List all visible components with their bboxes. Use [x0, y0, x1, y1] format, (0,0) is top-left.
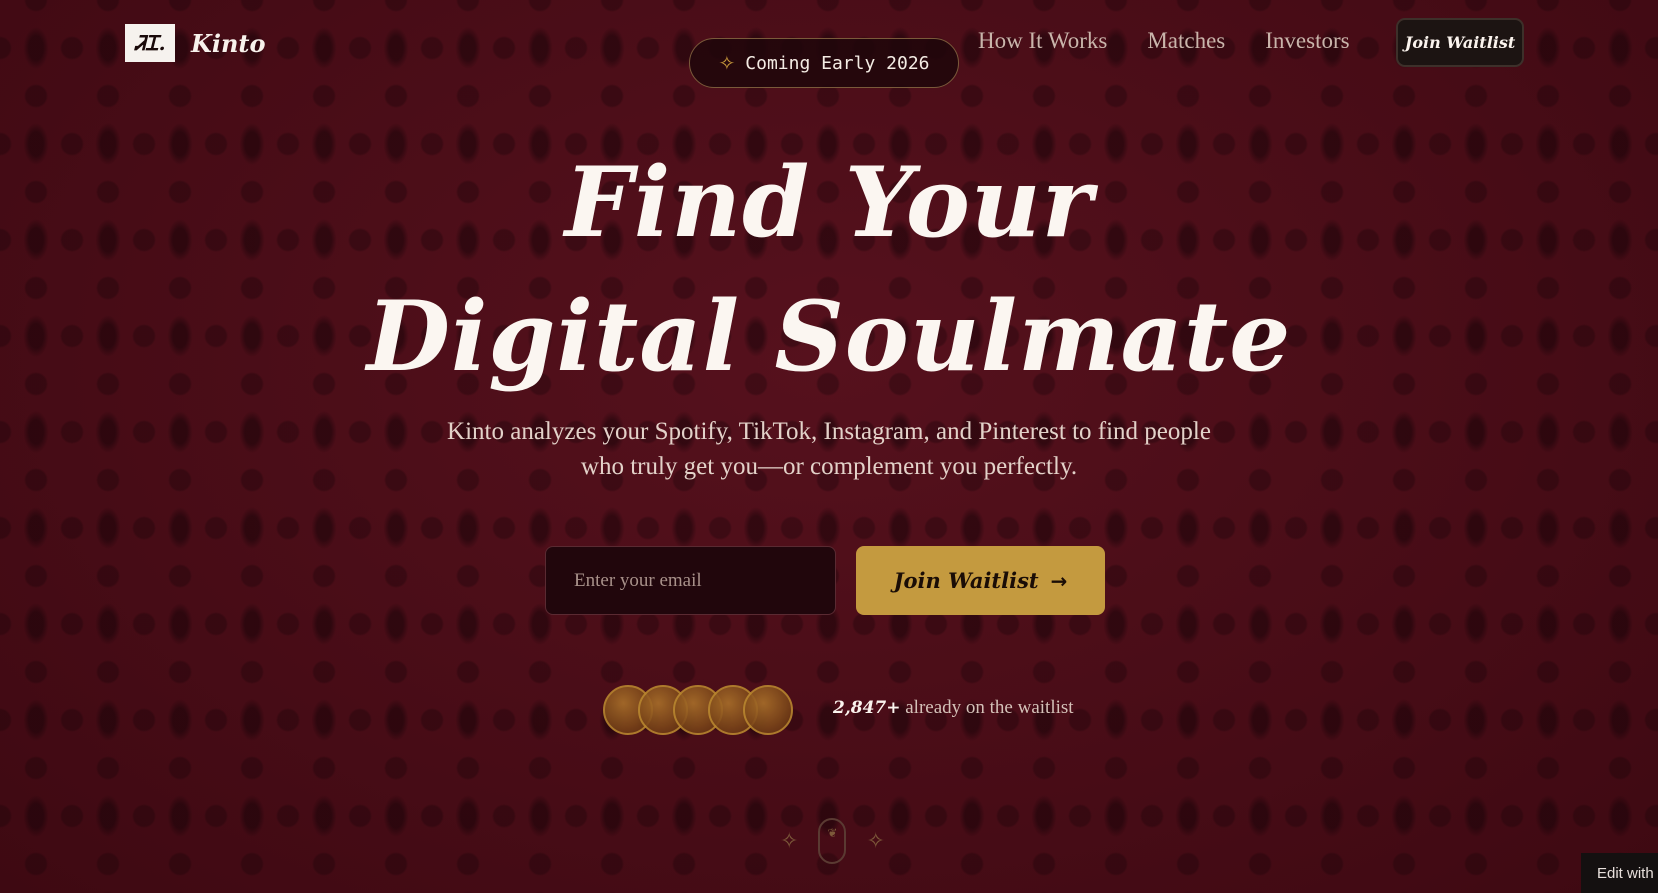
hero-subtitle: Kinto analyzes your Spotify, TikTok, Ins…: [379, 414, 1279, 484]
sparkle-icon: ✧: [718, 51, 736, 75]
headline-line-2: Digital Soulmate: [366, 280, 1292, 393]
waitlist-count: 2,847+ already on the waitlist: [833, 697, 1074, 719]
logo-mark: ᏘᏆ.: [125, 24, 175, 62]
coming-soon-badge: ✧ Coming Early 2026: [689, 38, 959, 88]
arrow-right-icon: →: [1050, 568, 1068, 593]
brand-logo[interactable]: ᏘᏆ. Kinto: [125, 24, 266, 62]
top-nav: How It Works Matches Investors: [978, 28, 1350, 54]
headline-line-1: Find Your: [564, 146, 1094, 259]
nav-how-it-works[interactable]: How It Works: [978, 28, 1107, 54]
sparkle-right-icon: ✧: [866, 828, 885, 854]
email-input[interactable]: [545, 546, 836, 615]
waitlist-avatars: [603, 685, 793, 735]
nav-investors[interactable]: Investors: [1265, 28, 1349, 54]
nav-matches[interactable]: Matches: [1147, 28, 1225, 54]
scroll-indicator[interactable]: ✧ ❦ ✧: [780, 818, 885, 864]
badge-text: Coming Early 2026: [745, 52, 930, 74]
nav-join-waitlist-button[interactable]: Join Waitlist: [1396, 18, 1524, 67]
join-waitlist-label: Join Waitlist: [893, 568, 1039, 593]
waitlist-number: 2,847+: [833, 698, 901, 718]
edit-with-badge[interactable]: Edit with: [1581, 853, 1658, 893]
sparkle-left-icon: ✧: [780, 828, 799, 854]
subtitle-line-1: Kinto analyzes your Spotify, TikTok, Ins…: [447, 418, 1211, 445]
mouse-scroll-icon: ❦: [818, 818, 847, 864]
waitlist-text: already on the waitlist: [900, 697, 1074, 718]
join-waitlist-button[interactable]: Join Waitlist →: [856, 546, 1105, 615]
brand-name: Kinto: [191, 28, 266, 58]
hero-headline: Find Your Digital Soulmate: [0, 136, 1658, 404]
subtitle-line-2: who truly get you—or complement you perf…: [580, 453, 1078, 480]
avatar: [743, 685, 793, 735]
